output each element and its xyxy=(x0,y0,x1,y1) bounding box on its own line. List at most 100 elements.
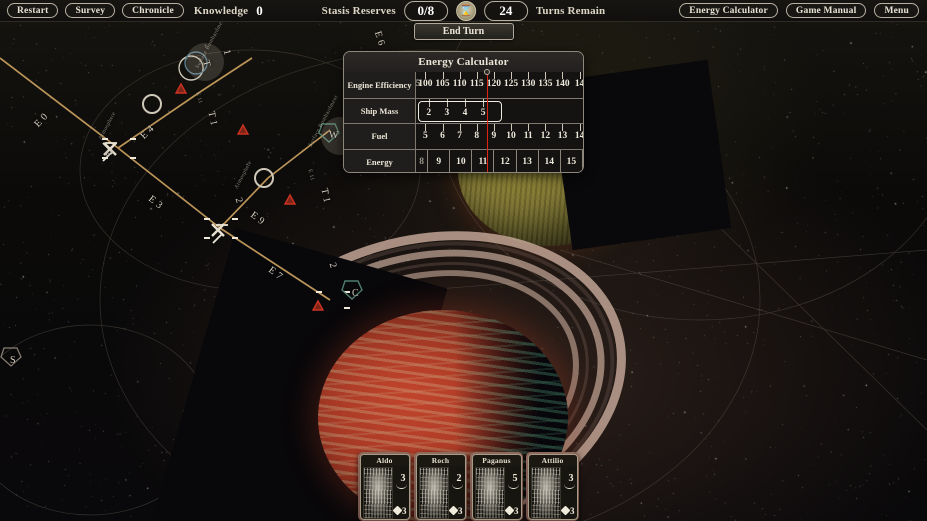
calc-tick-value[interactable]: 4 xyxy=(463,108,468,118)
crew-card-name: Roch xyxy=(416,454,465,466)
calc-tick-value[interactable]: 14 xyxy=(575,131,583,141)
calc-tick xyxy=(493,72,495,79)
crew-portrait xyxy=(418,466,449,519)
calc-cell[interactable]: 10 xyxy=(450,149,473,172)
calc-row-track[interactable]: 2 3 4 5 xyxy=(416,98,583,123)
calc-tick xyxy=(545,72,547,79)
stasis-reserves-label: Stasis Reserves xyxy=(321,5,396,17)
crew-bottom-stat-group: 3 xyxy=(448,506,463,516)
crew-portrait xyxy=(362,466,393,519)
calc-tick xyxy=(493,124,495,131)
calc-tick-value[interactable]: 10 xyxy=(506,131,516,141)
calc-tick-value[interactable]: 13 xyxy=(558,131,568,141)
calc-tick-value[interactable]: 14 xyxy=(575,79,583,89)
calc-tick-value[interactable]: 5 xyxy=(423,131,428,141)
calc-tick-value[interactable]: 3 xyxy=(444,108,449,118)
calc-tick-value[interactable]: 5 xyxy=(481,108,486,118)
diamond-icon xyxy=(504,505,515,516)
calc-tick xyxy=(459,72,461,79)
calc-tick xyxy=(483,98,485,107)
end-turn-button[interactable]: End Turn xyxy=(413,23,514,40)
map-label: C xyxy=(352,288,360,299)
calc-cell[interactable]: 14 xyxy=(539,149,561,172)
crew-card-name: Paganus xyxy=(472,454,521,466)
calc-tick-value[interactable]: 140 xyxy=(555,79,569,89)
crescent-icon xyxy=(451,484,463,489)
calc-tick-value[interactable]: 110 xyxy=(453,79,467,89)
calculator-marker-line[interactable] xyxy=(487,72,489,172)
calc-tick xyxy=(562,72,564,79)
calc-row-energy[interactable]: Energy 8 9 10 11 12 13 14 15 xyxy=(344,148,583,172)
crew-card-rail[interactable]: Aldo 3 3 Roch 2 3 Paganus 5 3 Attilio 3 3 xyxy=(358,452,579,521)
calc-tick xyxy=(562,124,564,131)
calc-row-label: Energy xyxy=(344,149,416,172)
calc-tick-value[interactable]: 2 xyxy=(426,108,431,118)
calc-tick xyxy=(425,72,427,79)
calc-cell[interactable]: 9 xyxy=(428,149,451,172)
calc-cell[interactable]: 11 xyxy=(472,149,495,172)
crew-top-stat: 3 xyxy=(568,472,574,484)
calc-row-engine-efficiency[interactable]: Engine Efficiency 5 100 105 110 115 120 125 130 1… xyxy=(344,72,583,98)
calc-tick-value[interactable]: 135 xyxy=(538,79,552,89)
calc-row-track[interactable]: 5 6 7 8 9 10 11 12 13 14 xyxy=(416,124,583,149)
calc-tick-value[interactable]: 8 xyxy=(474,131,479,141)
calc-cell[interactable]: 15 xyxy=(561,149,583,172)
calc-tick-value[interactable]: 120 xyxy=(487,79,501,89)
calc-tick xyxy=(442,72,444,79)
energy-calculator-button[interactable]: Energy Calculator xyxy=(679,3,778,18)
calc-cell[interactable]: 12 xyxy=(494,149,517,172)
crew-bottom-stat-group: 3 xyxy=(504,505,519,516)
crew-bottom-stat-group: 3 xyxy=(560,505,575,516)
calc-tick xyxy=(511,72,513,79)
diamond-icon xyxy=(560,505,571,516)
calc-tick xyxy=(446,98,448,107)
calc-tick-value[interactable]: 100 xyxy=(418,79,432,89)
game-manual-button[interactable]: Game Manual xyxy=(785,3,867,18)
calc-row-label: Ship Mass xyxy=(344,98,416,123)
crew-portrait xyxy=(474,466,505,519)
chronicle-button[interactable]: Chronicle xyxy=(122,3,184,18)
calc-row-track[interactable]: 8 9 10 11 12 13 14 15 xyxy=(416,149,583,172)
knowledge-label: Knowledge xyxy=(193,4,249,17)
calc-cell[interactable]: 13 xyxy=(517,149,539,172)
toolbar-left-group: Restart Survey Chronicle xyxy=(0,3,184,18)
calc-tick-value[interactable]: 12 xyxy=(541,131,551,141)
crew-bottom-stat: 3 xyxy=(570,505,575,516)
turn-counter-cluster: Stasis Reserves 0/8 ⌛ 24 Turns Remain xyxy=(322,0,606,22)
calc-tick xyxy=(428,98,430,107)
crew-card[interactable]: Paganus 5 3 xyxy=(470,452,523,521)
calc-tick xyxy=(545,124,547,131)
calc-row-ship-mass[interactable]: Ship Mass 2 3 4 5 xyxy=(344,97,583,123)
calc-tick-value[interactable]: 7 xyxy=(457,131,462,141)
calc-tick-value[interactable]: 125 xyxy=(504,79,518,89)
calc-tick xyxy=(511,124,513,131)
calc-tick-value[interactable]: 130 xyxy=(521,79,535,89)
crew-bottom-stat: 3 xyxy=(514,505,519,516)
hourglass-icon: ⌛ xyxy=(455,1,476,21)
calc-tick-value[interactable]: 105 xyxy=(435,79,449,89)
crescent-icon xyxy=(507,484,519,489)
calc-row-track[interactable]: 510010511011512012513013514014 xyxy=(416,72,583,98)
crew-card-name: Aldo xyxy=(360,454,409,466)
survey-button[interactable]: Survey xyxy=(65,3,116,18)
calc-tick xyxy=(459,124,461,131)
crew-card-name: Attilio xyxy=(528,454,577,466)
calc-tick-value[interactable]: 115 xyxy=(470,79,484,89)
crew-card[interactable]: Aldo 3 3 xyxy=(358,452,411,521)
toolbar-right-group: Energy Calculator Game Manual Menu xyxy=(679,3,927,18)
calc-tick-value[interactable]: 6 xyxy=(440,131,445,141)
calc-tick-value[interactable]: 9 xyxy=(492,131,497,141)
energy-calculator-rows[interactable]: Engine Efficiency 5 100 105 110 115 120 125 130 1… xyxy=(344,69,583,172)
crew-card[interactable]: Roch 2 3 xyxy=(414,452,467,521)
game-screen: E 0E 4E 3E 9E 11E 11E 6E 7T 1T 1TTWCS122… xyxy=(0,0,927,521)
energy-calculator-panel[interactable]: Energy Calculator Engine Efficiency 5 100 1… xyxy=(343,51,584,173)
calculator-marker-knob[interactable] xyxy=(484,69,491,75)
crew-card[interactable]: Attilio 3 3 xyxy=(526,452,579,521)
menu-button[interactable]: Menu xyxy=(874,3,919,18)
crescent-icon xyxy=(395,484,407,489)
restart-button[interactable]: Restart xyxy=(7,3,59,18)
calc-cell[interactable]: 8 xyxy=(416,149,429,172)
calc-tick-value[interactable]: 11 xyxy=(524,131,533,141)
crew-top-stat: 5 xyxy=(512,472,518,484)
calc-row-fuel[interactable]: Fuel 5 6 7 8 9 10 11 12 13 14 xyxy=(344,123,583,149)
